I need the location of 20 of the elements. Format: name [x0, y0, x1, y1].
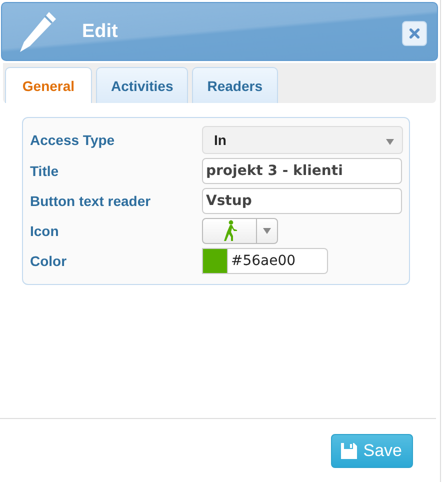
field-label: Title — [30, 163, 60, 179]
walking-person-icon — [222, 220, 238, 242]
close-button[interactable] — [402, 21, 427, 46]
field-label: Color — [30, 253, 68, 269]
icon-dropdown[interactable] — [202, 218, 278, 244]
input-field[interactable]: Vstup — [202, 188, 402, 214]
tab[interactable]: Readers — [192, 67, 278, 103]
access-type-dropdown[interactable]: In — [202, 126, 403, 154]
input-field[interactable]: projekt 3 - klienti — [202, 158, 402, 184]
pencil-icon — [18, 10, 58, 54]
caret-icon — [386, 139, 394, 145]
field-label: Icon — [30, 223, 60, 239]
field-label: Button text reader — [30, 193, 152, 209]
window-title: Edit — [82, 20, 119, 42]
field-label: Access Type — [30, 132, 116, 148]
input-field[interactable]: #56ae00 — [228, 248, 328, 274]
caret-icon — [263, 228, 271, 234]
color-swatch[interactable] — [202, 248, 228, 274]
tab[interactable]: Activities — [96, 67, 188, 103]
close-icon — [409, 28, 420, 39]
